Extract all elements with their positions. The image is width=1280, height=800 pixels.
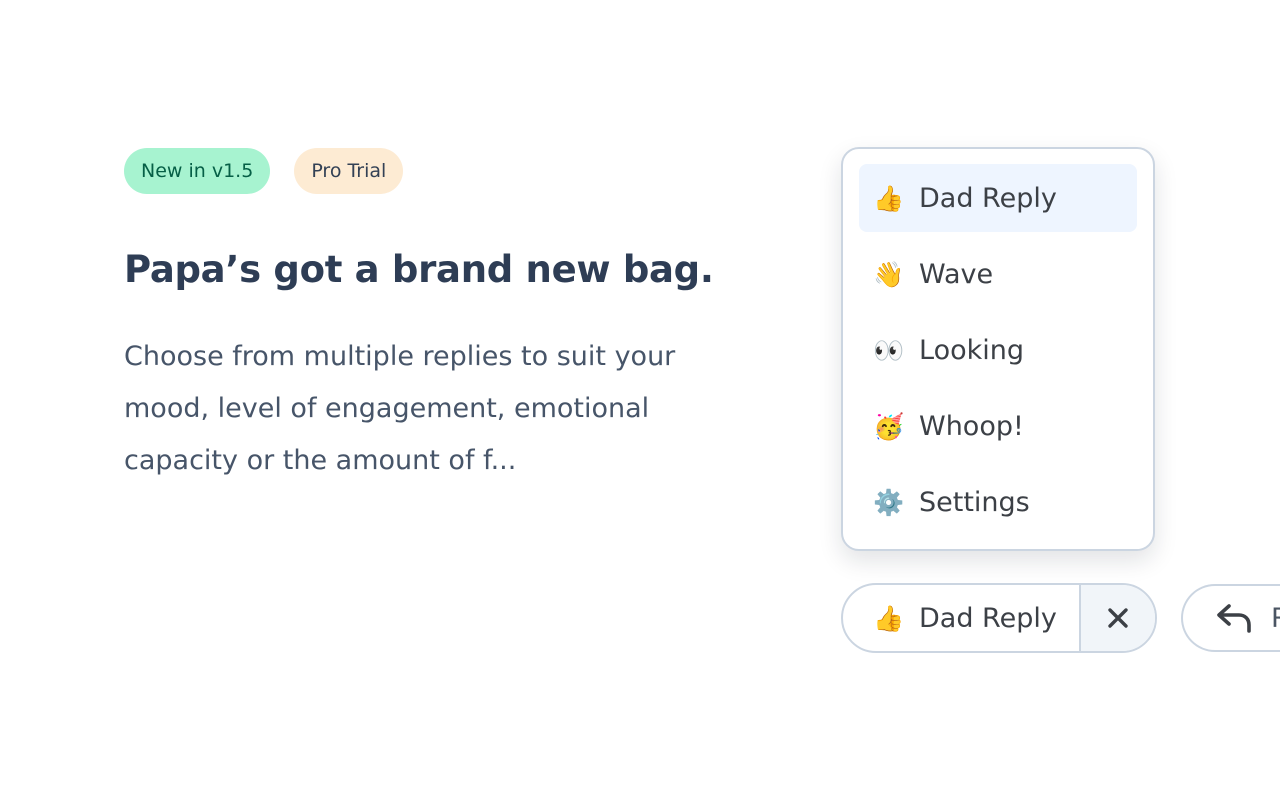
menu-item-label: Wave [919,258,994,290]
thumbs-up-icon: 👍 [873,603,905,633]
menu-item-label: Looking [919,334,1024,366]
menu-item-looking[interactable]: 👀 Looking [859,316,1137,384]
menu-item-label: Settings [919,486,1030,518]
menu-item-dad-reply[interactable]: 👍 Dad Reply [859,164,1137,232]
menu-item-wave[interactable]: 👋 Wave [859,240,1137,308]
dad-reply-split-button: 👍 Dad Reply [841,583,1157,653]
close-icon [1108,608,1128,628]
reply-options-menu: 👍 Dad Reply 👋 Wave 👀 Looking 🥳 Whoop! ⚙️… [841,147,1155,551]
pro-trial-badge: Pro Trial [294,148,404,194]
dad-reply-label: Dad Reply [919,602,1057,634]
reply-arrow-icon [1217,604,1251,633]
thumbs-up-icon: 👍 [873,183,905,213]
reply-button-label: R [1271,603,1280,634]
feature-description: Choose from multiple replies to suit you… [124,341,676,476]
menu-item-settings[interactable]: ⚙️ Settings [859,468,1137,536]
eyes-icon: 👀 [873,335,905,365]
menu-item-label: Dad Reply [919,182,1057,214]
version-badge: New in v1.5 [124,148,271,194]
menu-item-label: Whoop! [919,410,1024,442]
gear-icon: ⚙️ [873,487,905,517]
close-menu-button[interactable] [1081,585,1155,651]
dad-reply-button[interactable]: 👍 Dad Reply [843,585,1081,651]
reply-button[interactable]: R [1181,584,1280,652]
page-title: Papa’s got a brand new bag. [124,248,714,291]
page: New in v1.5 Pro Trial Papa’s got a brand… [0,0,1280,800]
waving-hand-icon: 👋 [873,259,905,289]
menu-item-whoop[interactable]: 🥳 Whoop! [859,392,1137,460]
party-face-icon: 🥳 [873,411,905,441]
badge-row: New in v1.5 Pro Trial [124,148,404,194]
